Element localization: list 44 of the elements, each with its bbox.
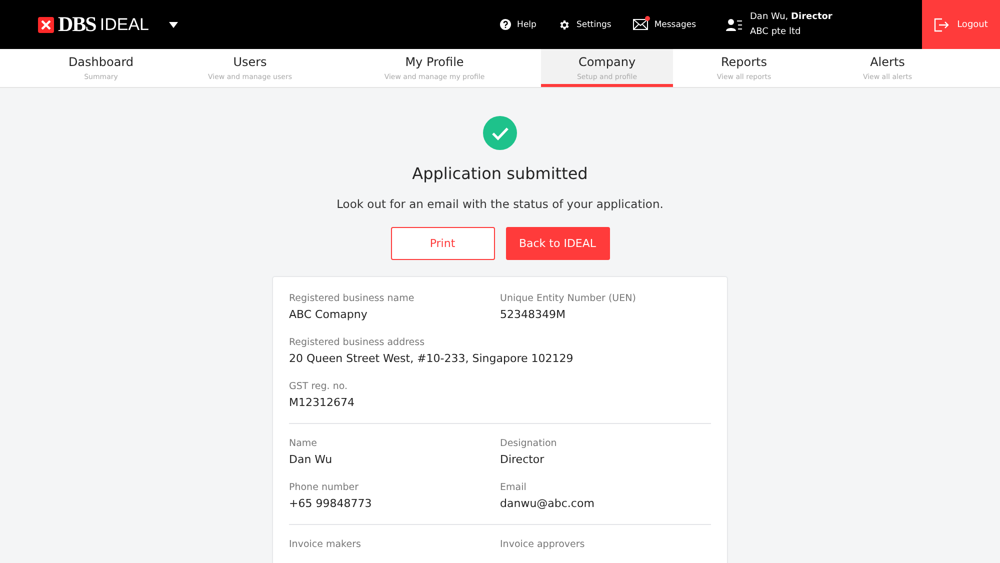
result-message: Look out for an email with the status of your application. xyxy=(336,197,664,211)
field-value: Director xyxy=(500,453,546,466)
field-label: Designation xyxy=(500,438,558,449)
field-label: Email xyxy=(500,482,528,493)
field-value: ABC Comapny xyxy=(289,308,368,321)
logo-product: IDEAL xyxy=(100,14,149,34)
settings-icon xyxy=(558,18,570,30)
field-label: Name xyxy=(289,438,318,449)
user-name: Dan Wu, Director xyxy=(750,12,834,22)
field-value: 20 Queen Street West, #10-233, Singapore 102129 xyxy=(289,352,574,365)
user-icon xyxy=(726,18,742,32)
field-label: Registered business address xyxy=(289,337,426,348)
logout-button[interactable]: Logout xyxy=(922,0,1000,49)
field-label: Invoice makers xyxy=(289,539,362,550)
field-label: Phone number xyxy=(289,482,360,493)
logo-brand: DBS xyxy=(58,12,96,37)
field-label: Unique Entity Number (UEN) xyxy=(500,293,637,304)
result-title: Application submitted xyxy=(412,164,588,183)
tab-label: Company xyxy=(578,55,636,69)
field-value: 52348349M xyxy=(500,308,566,321)
field-value: danwu@abc.com xyxy=(500,497,596,510)
company-name: ABC pte ltd xyxy=(750,27,802,37)
field-label: Invoice approvers xyxy=(500,539,586,550)
messages-link[interactable]: Messages xyxy=(633,19,696,30)
settings-link[interactable]: Settings xyxy=(558,18,612,30)
caret-icon[interactable] xyxy=(169,22,178,28)
tab-label: Users xyxy=(233,55,267,69)
tab-label: My Profile xyxy=(405,55,464,69)
print-button[interactable]: Print xyxy=(390,227,494,260)
check-icon xyxy=(483,116,517,150)
field-value: M12312674 xyxy=(289,396,354,409)
logout-icon xyxy=(934,18,950,32)
logo-icon xyxy=(38,16,54,32)
field-value: +65 99848773 xyxy=(289,497,373,510)
tab-label: Alerts xyxy=(870,55,905,69)
help-link[interactable]: Help xyxy=(500,19,536,30)
field-label: Registered business name xyxy=(289,293,416,304)
field-value: Dan Wu xyxy=(289,453,334,466)
envelope-icon xyxy=(633,19,648,30)
field-label: GST reg. no. xyxy=(289,381,349,392)
back-button[interactable]: Back to IDEAL xyxy=(506,227,610,260)
tab-label: Reports xyxy=(720,55,768,69)
tab-label: Dashboard xyxy=(68,55,134,69)
help-icon xyxy=(500,19,512,30)
